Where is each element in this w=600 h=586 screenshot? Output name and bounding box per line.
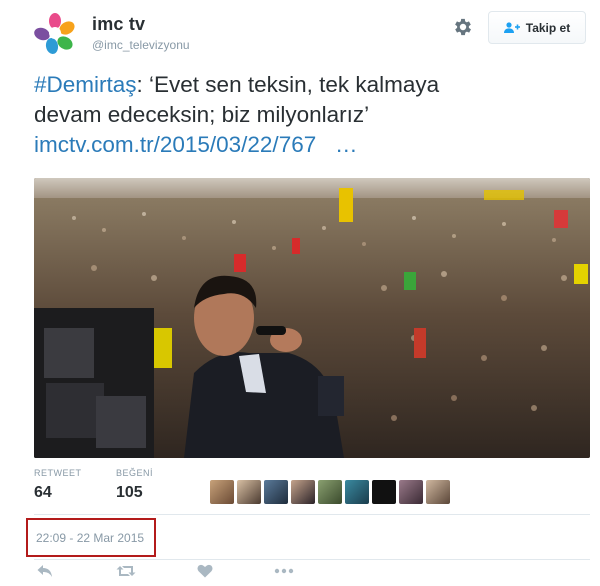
liker-avatar[interactable] bbox=[426, 480, 450, 504]
tweet-text-line1: : ‘Evet sen teksin, tek kalmaya bbox=[136, 72, 440, 97]
like-stat[interactable]: BEĞENİ 105 bbox=[116, 468, 153, 502]
gear-icon[interactable] bbox=[452, 16, 474, 38]
retweet-stat[interactable]: RETWEET 64 bbox=[34, 468, 82, 502]
liker-avatar[interactable] bbox=[372, 480, 396, 504]
tweet-actions bbox=[34, 562, 334, 582]
liker-avatar[interactable] bbox=[291, 480, 315, 504]
follow-button[interactable]: Takip et bbox=[488, 11, 586, 44]
reply-button[interactable] bbox=[34, 562, 56, 580]
liker-avatar[interactable] bbox=[318, 480, 342, 504]
divider bbox=[34, 514, 590, 515]
url-ellipsis[interactable]: … bbox=[335, 132, 358, 157]
follow-button-label: Takip et bbox=[525, 20, 571, 35]
user-handle[interactable]: @imc_televizyonu bbox=[92, 38, 190, 52]
add-user-icon bbox=[503, 21, 520, 33]
liker-avatar[interactable] bbox=[210, 480, 234, 504]
timestamp[interactable]: 22:09 - 22 Mar 2015 bbox=[36, 531, 144, 545]
user-name[interactable]: imc tv bbox=[92, 14, 145, 35]
liker-avatar[interactable] bbox=[237, 480, 261, 504]
retweet-icon bbox=[116, 566, 136, 576]
likers-avatars bbox=[210, 480, 450, 504]
timestamp-highlight: 22:09 - 22 Mar 2015 bbox=[26, 518, 156, 557]
liker-avatar[interactable] bbox=[345, 480, 369, 504]
retweet-count: 64 bbox=[34, 484, 52, 501]
retweet-label: RETWEET bbox=[34, 468, 82, 478]
tweet-card: imc tv @imc_televizyonu Takip et #Demirt… bbox=[0, 0, 600, 586]
engagement-stats: RETWEET 64 BEĞENİ 105 bbox=[34, 468, 590, 516]
tweet-text: #Demirtaş: ‘Evet sen teksin, tek kalmaya… bbox=[34, 70, 574, 160]
more-icon bbox=[274, 568, 294, 574]
tweet-url-link[interactable]: imctv.com.tr/2015/03/22/767 bbox=[34, 132, 316, 157]
tweet-photo[interactable] bbox=[34, 178, 590, 458]
like-button[interactable] bbox=[194, 562, 216, 580]
hashtag-link[interactable]: #Demirtaş bbox=[34, 72, 137, 97]
liker-avatar[interactable] bbox=[399, 480, 423, 504]
like-count: 105 bbox=[116, 484, 143, 501]
retweet-button[interactable] bbox=[114, 562, 138, 580]
avatar[interactable] bbox=[34, 12, 76, 54]
more-button[interactable] bbox=[272, 562, 296, 580]
liker-avatar[interactable] bbox=[264, 480, 288, 504]
heart-icon bbox=[197, 564, 213, 578]
reply-icon bbox=[37, 565, 52, 577]
like-label: BEĞENİ bbox=[116, 468, 154, 478]
tweet-text-line2: devam edeceksin; biz milyonlarız’ bbox=[34, 102, 370, 127]
divider bbox=[34, 559, 590, 560]
